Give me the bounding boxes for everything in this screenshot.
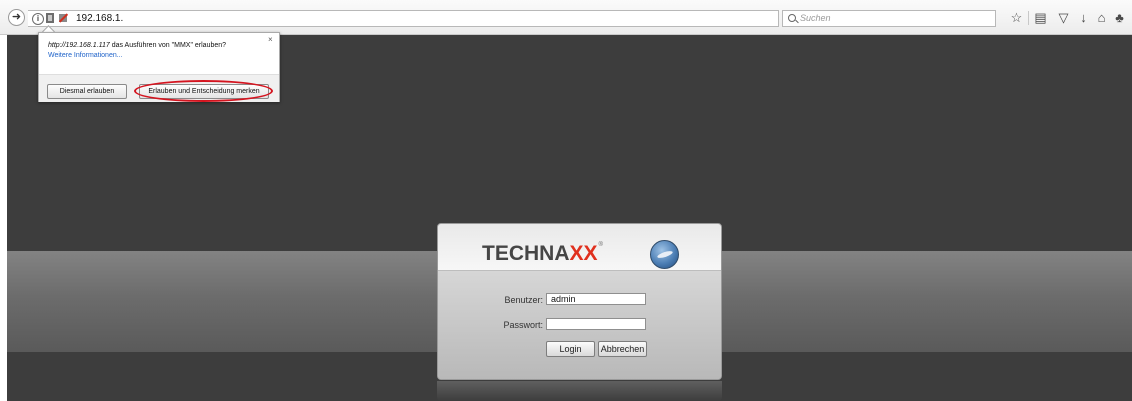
login-reflection (437, 381, 722, 401)
back-icon[interactable]: ➜ (8, 9, 25, 26)
cancel-button[interactable]: Abbrechen (598, 341, 647, 357)
info-icon[interactable]: i (32, 13, 44, 25)
url-text[interactable]: 192.168.1. (76, 13, 123, 24)
password-input[interactable] (546, 318, 646, 330)
pocket-icon[interactable]: ▽ (1056, 10, 1071, 25)
login-header: TECHNAXX® (438, 224, 721, 271)
technaxx-logo: TECHNAXX® (482, 242, 603, 265)
globe-emblem-icon (650, 240, 679, 269)
search-placeholder[interactable]: Suchen (800, 13, 831, 23)
address-bar[interactable]: i 192.168.1. C (28, 10, 798, 27)
browser-toolbar: ➜ i 192.168.1. C Suchen ☆ ▤ ▽ ↓ ⌂ ♣ (0, 0, 1132, 35)
plugin-icon[interactable] (46, 13, 54, 23)
more-info-link[interactable]: Weitere Informationen... (48, 52, 123, 59)
bookmark-star-icon[interactable]: ☆ (1009, 10, 1024, 25)
plugin-permission-popup: http://192.168.1.117 das Ausführen von "… (38, 32, 280, 102)
toolbar-separator (1028, 11, 1029, 25)
user-label: Benutzer: (504, 295, 543, 305)
popup-message: http://192.168.1.117 das Ausführen von "… (48, 42, 227, 49)
plugin-blocked-icon[interactable] (58, 12, 69, 24)
addons-icon[interactable]: ♣ (1112, 10, 1127, 25)
username-input[interactable]: admin (546, 293, 646, 305)
password-label: Passwort: (503, 320, 543, 330)
home-icon[interactable]: ⌂ (1094, 10, 1109, 25)
highlight-ring (134, 80, 273, 102)
left-edge-strip (0, 35, 7, 401)
popup-footer: Diesmal erlauben Erlauben und Entscheidu… (39, 74, 279, 102)
login-button[interactable]: Login (546, 341, 595, 357)
login-dialog: TECHNAXX® Benutzer: admin Passwort: Logi… (437, 223, 722, 380)
downloads-icon[interactable]: ↓ (1076, 10, 1091, 25)
reading-list-icon[interactable]: ▤ (1033, 10, 1048, 25)
close-icon[interactable]: × (268, 35, 273, 44)
allow-once-button[interactable]: Diesmal erlauben (47, 84, 127, 99)
search-bar[interactable]: Suchen (782, 10, 996, 27)
search-icon (788, 14, 796, 22)
login-form: Benutzer: admin Passwort: Login Abbreche… (438, 271, 721, 379)
